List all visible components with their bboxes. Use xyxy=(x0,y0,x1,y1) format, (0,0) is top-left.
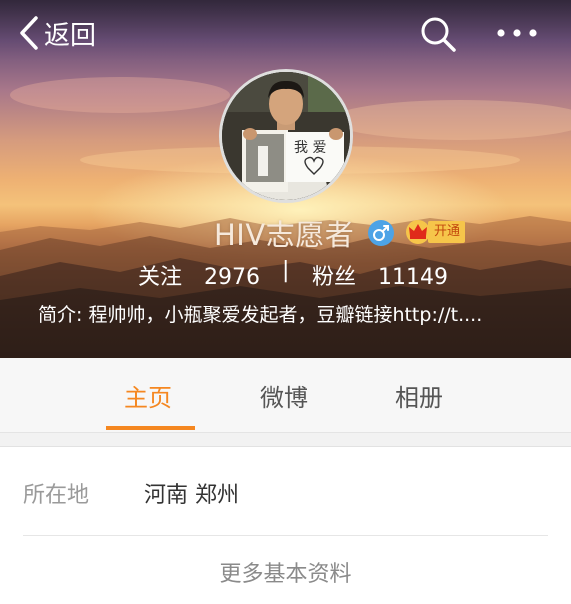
male-icon xyxy=(368,220,394,246)
avatar-photo: 我 爱 xyxy=(222,72,350,200)
tab-weibo[interactable]: 微博 xyxy=(260,378,308,413)
svg-text:我 爱: 我 爱 xyxy=(294,140,326,156)
tab-album[interactable]: 相册 xyxy=(395,378,443,413)
active-tab-indicator xyxy=(106,426,195,430)
name-row: HIV志愿者 开通 xyxy=(0,212,571,254)
more-dots-icon xyxy=(497,29,537,37)
following-label: 关注 xyxy=(138,265,183,290)
location-value: 河南 郑州 xyxy=(144,483,239,508)
more-info-link[interactable]: 更多基本资料 xyxy=(0,556,571,588)
followers-label: 粉丝 xyxy=(312,265,357,290)
location-row: 所在地 河南 郑州 xyxy=(0,447,571,535)
chevron-left-icon xyxy=(20,16,38,50)
more-button[interactable] xyxy=(494,18,540,48)
search-button[interactable] xyxy=(418,14,458,54)
profile-page: 返回 我 爱 HIV志愿者 开通 关注 2976 | 粉丝 11149 简介: … xyxy=(0,0,571,604)
vip-badge[interactable]: 开通 xyxy=(404,218,466,246)
avatar[interactable]: 我 爱 xyxy=(219,69,353,203)
basic-info-card: 所在地 河南 郑州 更多基本资料 xyxy=(0,446,571,604)
cover-image: 返回 我 爱 HIV志愿者 开通 关注 2976 | 粉丝 11149 简介: … xyxy=(0,0,571,358)
location-label: 所在地 xyxy=(23,483,90,508)
search-icon xyxy=(421,17,456,52)
user-name: HIV志愿者 xyxy=(214,218,355,252)
followers-count: 11149 xyxy=(378,265,449,290)
top-bar: 返回 xyxy=(0,0,571,66)
tab-bar: 主页 微博 相册 xyxy=(0,358,571,433)
bio-text: 简介: 程帅帅，小瓶聚爱发起者，豆瓣链接http://t.... xyxy=(38,304,483,326)
following-stat[interactable]: 关注 2976 xyxy=(138,259,260,291)
stats-row: 关注 2976 | 粉丝 11149 xyxy=(0,258,571,293)
back-button[interactable]: 返回 xyxy=(18,12,96,54)
stats-separator: | xyxy=(282,258,290,283)
tab-home[interactable]: 主页 xyxy=(124,378,172,413)
vip-open-label: 开通 xyxy=(428,221,466,243)
divider xyxy=(23,535,548,536)
followers-stat[interactable]: 粉丝 11149 xyxy=(312,259,448,291)
back-label: 返回 xyxy=(44,20,97,51)
following-count: 2976 xyxy=(204,265,261,290)
